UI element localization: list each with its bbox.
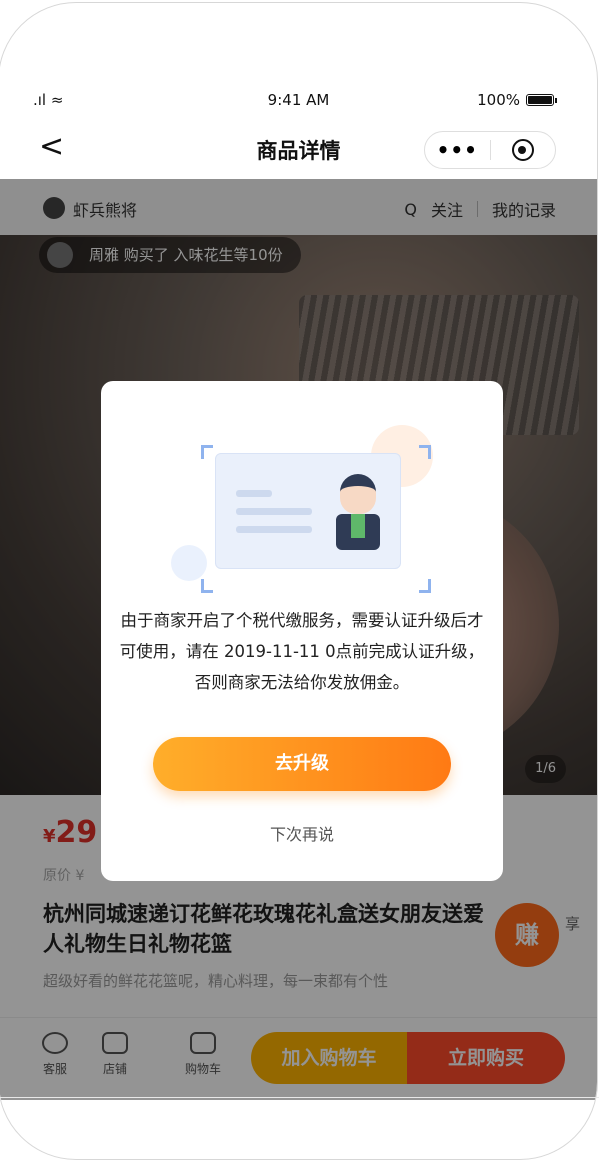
frame-corner <box>201 445 213 459</box>
battery-percent: 100% <box>477 91 520 109</box>
decor-circle-blue <box>171 545 207 581</box>
person-head-icon <box>340 474 376 514</box>
person-tie-icon <box>351 514 365 538</box>
more-options-button[interactable]: ••• <box>425 138 490 162</box>
remind-later-button[interactable]: 下次再说 <box>101 821 503 845</box>
phone-bottom-edge <box>0 1097 599 1098</box>
mini-program-capsule: ••• <box>424 131 556 169</box>
target-icon <box>511 139 534 161</box>
frame-corner <box>201 579 213 593</box>
battery-indicator: 100% <box>477 91 557 109</box>
upgrade-modal: 由于商家开启了个税代缴服务，需要认证升级后才可使用，请在 2019-11-11 … <box>101 381 503 881</box>
frame-corner <box>419 445 431 459</box>
battery-icon <box>526 94 557 106</box>
card-line <box>236 490 272 497</box>
phone-frame: .ıl ≈ 9:41 AM 100% < 商品详情 ••• 虾兵熊将 Q 关注 … <box>0 2 598 1160</box>
card-line <box>236 526 312 533</box>
certification-illustration <box>171 425 433 605</box>
upgrade-button[interactable]: 去升级 <box>153 737 451 791</box>
id-card-icon <box>215 453 401 569</box>
card-line <box>236 508 312 515</box>
frame-corner <box>419 579 431 593</box>
status-bar: .ıl ≈ 9:41 AM 100% <box>0 83 597 119</box>
modal-message: 由于商家开启了个税代缴服务，需要认证升级后才可使用，请在 2019-11-11 … <box>119 611 485 692</box>
navigation-bar: < 商品详情 ••• <box>0 119 597 179</box>
close-mini-program-button[interactable] <box>491 139 556 161</box>
